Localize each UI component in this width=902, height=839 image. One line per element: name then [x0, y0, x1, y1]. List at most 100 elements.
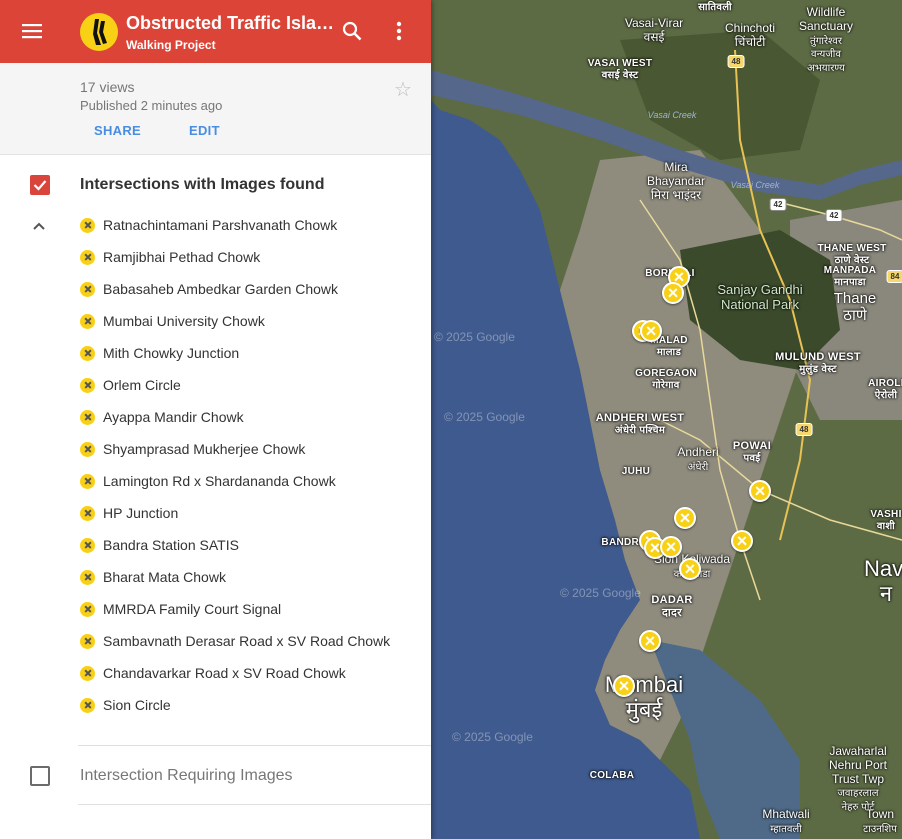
- place-andheri-west: ANDHERI WEST अंधेरी पश्चिम: [595, 412, 685, 436]
- hamburger-menu-icon[interactable]: [17, 16, 47, 46]
- list-item[interactable]: Lamington Rd x Shardananda Chowk: [80, 465, 336, 497]
- place-vasai-creek: Vasai Creek: [730, 180, 780, 190]
- layer-title[interactable]: Intersection Requiring Images: [80, 767, 293, 785]
- list-item[interactable]: Mumbai University Chowk: [80, 305, 265, 337]
- place-dadar: DADAR दादर: [651, 594, 693, 619]
- edit-button[interactable]: EDIT: [189, 123, 220, 138]
- map-watermark: © 2025 Google: [452, 730, 533, 744]
- layer-checkbox[interactable]: [30, 766, 50, 786]
- place-wildlife-sanctuary: Wildlife Sanctuary तुंगारेश्वर वन्यजीव अभयार…: [798, 5, 854, 75]
- marker-icon: [80, 377, 95, 393]
- list-item-label: Sion Circle: [103, 697, 171, 713]
- list-item[interactable]: Bharat Mata Chowk: [80, 561, 226, 593]
- map-marker[interactable]: [662, 282, 684, 304]
- list-item[interactable]: Chandavarkar Road x SV Road Chowk: [80, 657, 346, 689]
- highway-shield: 42: [825, 209, 843, 222]
- marker-icon: [80, 313, 95, 329]
- list-item-label: MMRDA Family Court Signal: [103, 601, 282, 617]
- list-item[interactable]: Bandra Station SATIS: [80, 529, 239, 561]
- map-watermark: © 2025 Google: [560, 586, 641, 600]
- list-item[interactable]: HP Junction: [80, 497, 178, 529]
- list-item[interactable]: Orlem Circle: [80, 369, 181, 401]
- legend-panel: Obstructed Traffic Isla… Walking Project…: [0, 0, 431, 839]
- list-item-label: HP Junction: [103, 505, 179, 521]
- place-vasai-virar: Vasai-Virar वसई: [624, 16, 684, 44]
- place-thane: Thane ठाणे: [833, 290, 877, 325]
- list-item-label: Lamington Rd x Shardananda Chowk: [103, 473, 336, 489]
- highway-shield: 84: [886, 270, 902, 283]
- map-marker[interactable]: [613, 675, 635, 697]
- layer-divider: [78, 745, 431, 746]
- app-header: Obstructed Traffic Isla… Walking Project: [0, 0, 431, 63]
- map-marker[interactable]: [731, 530, 753, 552]
- marker-icon: [80, 441, 95, 457]
- map-watermark: © 2025 Google: [434, 330, 515, 344]
- place-thane-west: THANE WEST ठाणे वेस्ट: [817, 243, 887, 266]
- list-item[interactable]: Babasaheb Ambedkar Garden Chowk: [80, 273, 338, 305]
- layer-checkbox[interactable]: [30, 175, 50, 195]
- marker-icon: [80, 217, 95, 233]
- chevron-up-icon[interactable]: [32, 218, 46, 236]
- highway-shield: 48: [727, 55, 745, 68]
- marker-icon: [80, 505, 95, 521]
- published-time: Published 2 minutes ago: [80, 98, 223, 113]
- map-marker[interactable]: [679, 558, 701, 580]
- list-item[interactable]: Ratnachintamani Parshvanath Chowk: [80, 209, 337, 241]
- list-item[interactable]: Mith Chowky Junction: [80, 337, 239, 369]
- map-marker[interactable]: [660, 536, 682, 558]
- place-colaba: COLABA: [589, 770, 635, 781]
- place-mulund-west: MULUND WEST मुलुंड वेस्ट: [775, 351, 861, 375]
- list-item-label: Ratnachintamani Parshvanath Chowk: [103, 217, 338, 233]
- list-item[interactable]: Shyamprasad Mukherjee Chowk: [80, 433, 305, 465]
- list-item-label: Mith Chowky Junction: [103, 345, 240, 361]
- list-item[interactable]: MMRDA Family Court Signal: [80, 593, 281, 625]
- layer-divider: [78, 804, 431, 805]
- place-goregaon: GOREGAON गोरेगाव: [635, 368, 697, 391]
- search-icon[interactable]: [337, 16, 367, 46]
- list-item-label: Sambavnath Derasar Road x SV Road Chowk: [103, 633, 391, 649]
- highway-shield: 48: [795, 423, 813, 436]
- place-sanjay-gandhi-park: Sanjay Gandhi National Park: [717, 282, 803, 312]
- place-mira-bhayandar: Mira Bhayandar मिरा भाइंदर: [646, 160, 706, 202]
- map-marker[interactable]: [749, 480, 771, 502]
- marker-icon: [80, 665, 95, 681]
- map-subtitle: Walking Project: [126, 38, 216, 52]
- list-item[interactable]: Ayappa Mandir Chowk: [80, 401, 244, 433]
- list-item[interactable]: Sambavnath Derasar Road x SV Road Chowk: [80, 625, 390, 657]
- list-item[interactable]: Sion Circle: [80, 689, 171, 721]
- place-chinchoti: Chinchoti चिंचोटी: [724, 21, 776, 49]
- highway-shield: 42: [769, 198, 787, 211]
- more-vert-icon[interactable]: [384, 16, 414, 46]
- place-andheri: Andheri अंधेरी: [677, 445, 719, 473]
- marker-icon: [80, 409, 95, 425]
- marker-icon: [80, 601, 95, 617]
- place-mhatwali: Mhatwali म्हातवली: [762, 807, 810, 835]
- map-marker[interactable]: [639, 630, 661, 652]
- place-jnpt: Jawaharlal Nehru Port Trust Twp जवाहरलाल नेह…: [828, 744, 888, 814]
- map-title[interactable]: Obstructed Traffic Isla…: [126, 13, 334, 34]
- map-marker[interactable]: [674, 507, 696, 529]
- marker-icon: [80, 345, 95, 361]
- list-item[interactable]: Ramjibhai Pethad Chowk: [80, 241, 260, 273]
- list-item-label: Bharat Mata Chowk: [103, 569, 226, 585]
- place-satiwali: सातिवली: [698, 2, 732, 13]
- place-airoli: AIROLI ऐरोली: [868, 378, 902, 401]
- share-button[interactable]: SHARE: [94, 123, 141, 138]
- list-item-label: Mumbai University Chowk: [103, 313, 265, 329]
- list-item-label: Orlem Circle: [103, 377, 181, 393]
- list-item-label: Chandavarkar Road x SV Road Chowk: [103, 665, 346, 681]
- place-navi-mumbai: Naviन: [863, 556, 902, 607]
- list-item-label: Ramjibhai Pethad Chowk: [103, 249, 261, 265]
- place-juhu: JUHU: [621, 466, 651, 477]
- place-town: Town टाउनशिप: [863, 807, 897, 835]
- list-item-label: Ayappa Mandir Chowk: [103, 409, 244, 425]
- view-count: 17 views: [80, 79, 135, 95]
- list-item-label: Bandra Station SATIS: [103, 537, 239, 553]
- marker-icon: [80, 249, 95, 265]
- map-marker[interactable]: [640, 320, 662, 342]
- map-info: 17 views Published 2 minutes ago ☆ SHARE…: [0, 63, 431, 155]
- marker-icon: [80, 633, 95, 649]
- star-outline-icon[interactable]: ☆: [394, 77, 412, 102]
- layer-title[interactable]: Intersections with Images found: [80, 176, 324, 194]
- marker-icon: [80, 473, 95, 489]
